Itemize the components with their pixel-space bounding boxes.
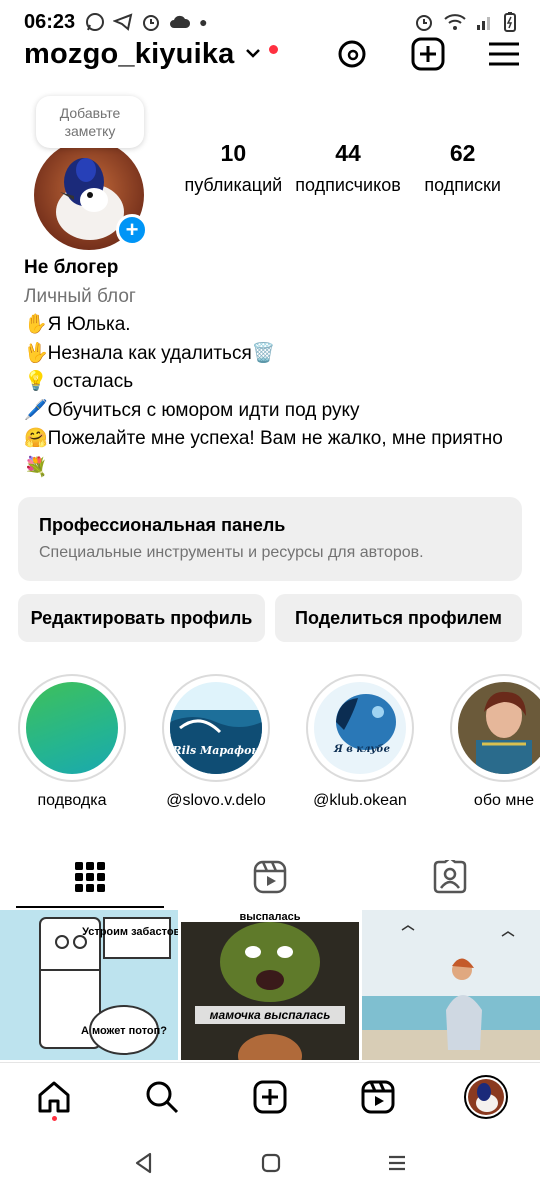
status-system-icons — [414, 12, 516, 32]
create-icon — [253, 1080, 287, 1113]
professional-dashboard[interactable]: Профессиональная панель Специальные инст… — [18, 497, 522, 581]
alarm-icon — [143, 15, 160, 31]
tab-tagged[interactable] — [360, 846, 540, 908]
highlight-ring — [18, 674, 126, 782]
nav-profile[interactable] — [462, 1073, 510, 1121]
highlight-label: @slovo.v.delo — [166, 792, 266, 809]
tagged-person-icon — [433, 860, 467, 894]
username[interactable]: mozgo_kiyuika — [24, 38, 235, 71]
nav-reels[interactable] — [354, 1073, 402, 1121]
telegram-icon — [113, 13, 133, 31]
account-notification-dot — [268, 44, 278, 54]
post-text: мамочка выспалась — [210, 1008, 331, 1022]
bottom-navigation — [0, 1062, 540, 1130]
highlight-cover-text: Я в клубе — [333, 744, 390, 755]
highlight-ring — [450, 674, 540, 782]
add-note-bubble[interactable]: Добавьте заметку — [36, 96, 144, 148]
bio-line: ✋Я Юлька. — [24, 314, 131, 335]
highlight-item[interactable]: обо мне — [450, 674, 540, 824]
menu-icon[interactable] — [486, 36, 522, 72]
nav-notification-dot — [52, 1115, 57, 1121]
stat-value: 10 — [220, 140, 247, 166]
highlight-label: @klub.okean — [313, 792, 407, 809]
nav-home[interactable] — [30, 1073, 78, 1121]
highlight-cover — [26, 682, 118, 774]
highlight-ring: Я в клубе — [306, 674, 414, 782]
reels-icon — [253, 860, 287, 894]
nav-create[interactable] — [246, 1073, 294, 1121]
profile-actions: Редактировать профиль Поделиться профиле… — [18, 594, 522, 642]
post-thumbnail[interactable]: выспалась мамочка выспалась — [181, 910, 359, 1060]
profile-avatar[interactable]: + — [34, 140, 148, 250]
chevron-down-icon[interactable] — [245, 45, 261, 63]
stat-value: 44 — [335, 140, 361, 166]
home-icon — [38, 1081, 70, 1112]
alarm-icon — [416, 15, 432, 31]
status-notification-icons: ● — [85, 12, 208, 32]
highlight-cover — [458, 682, 540, 774]
stat-posts[interactable]: 10 публикаций — [176, 140, 291, 196]
highlight-label: обо мне — [473, 792, 535, 809]
status-time: 06:23 — [24, 10, 76, 33]
share-profile-button[interactable]: Поделиться профилем — [275, 594, 522, 642]
stat-following[interactable]: 62 подписки — [405, 140, 520, 196]
signal-icon — [477, 17, 490, 30]
highlight-cover: Я в клубе — [314, 682, 406, 774]
threads-icon[interactable] — [334, 36, 370, 72]
edit-profile-button[interactable]: Редактировать профиль — [18, 594, 265, 642]
pro-panel-subtitle: Специальные инструменты и ресурсы для ав… — [39, 544, 424, 561]
story-highlights: подводка Rils Марафон @slovo.v.delo Я в … — [0, 674, 540, 824]
highlight-cover: Rils Марафон — [170, 682, 262, 774]
bio-line: 🖖Незнала как удалиться🗑️ — [24, 342, 276, 364]
profile-stats: 10 публикаций 44 подписчиков 62 подписки — [176, 140, 520, 196]
search-icon — [146, 1081, 179, 1113]
display-name: Не блогер — [24, 257, 119, 278]
wifi-icon — [444, 14, 466, 30]
highlight-ring: Rils Марафон — [162, 674, 270, 782]
create-post-icon[interactable] — [410, 36, 446, 72]
grid-icon — [75, 862, 105, 892]
pro-panel-title: Профессиональная панель — [39, 515, 286, 535]
profile-category: Личный блог — [24, 285, 136, 307]
more-notifications-dot: ● — [199, 14, 208, 30]
post-text: А может потоп? — [81, 1025, 167, 1037]
reels-icon — [361, 1080, 395, 1113]
post-text: выспалась — [239, 911, 300, 923]
system-navigation-bar — [0, 1130, 540, 1200]
stat-label: подписчиков — [295, 175, 401, 195]
tab-posts-grid[interactable] — [0, 846, 180, 908]
tab-reels[interactable] — [180, 846, 360, 908]
nav-search[interactable] — [138, 1073, 186, 1121]
bio-line: 🤗Пожелайте мне успеха! Вам не жалко, мне… — [24, 428, 503, 478]
profile-bio: Не блогер Личный блог ✋Я Юлька. 🖖Незнала… — [24, 254, 520, 482]
profile-tabs — [0, 846, 540, 908]
battery-icon — [504, 12, 516, 32]
profile-header: mozgo_kiyuika — [24, 32, 522, 76]
back-icon[interactable] — [132, 1151, 156, 1180]
home-button-icon[interactable] — [260, 1152, 282, 1179]
highlight-label: подводка — [37, 792, 107, 809]
stat-value: 62 — [449, 140, 476, 166]
stat-label: публикаций — [184, 175, 283, 195]
stat-followers[interactable]: 44 подписчиков — [291, 140, 406, 196]
bio-line: 💡 осталась — [24, 371, 134, 392]
profile-avatar-icon — [464, 1074, 508, 1119]
posts-grid: Устроим забастовку А может потоп? выспал… — [0, 910, 540, 1060]
bio-line: 🖊️Обучиться с юмором идти под руку — [24, 399, 360, 421]
add-story-button[interactable]: + — [116, 214, 148, 246]
highlight-item[interactable]: Rils Марафон @slovo.v.delo — [162, 674, 270, 824]
post-thumbnail[interactable] — [362, 910, 540, 1060]
highlight-cover-text: Rils Марафон — [172, 744, 260, 757]
post-thumbnail[interactable]: Устроим забастовку А может потоп? — [0, 910, 178, 1060]
cloud-icon — [170, 15, 191, 28]
stat-label: подписки — [424, 175, 501, 195]
whatsapp-icon — [86, 13, 105, 31]
highlight-item[interactable]: подводка — [18, 674, 126, 824]
recents-icon[interactable] — [386, 1152, 408, 1179]
highlight-item[interactable]: Я в клубе @klub.okean — [306, 674, 414, 824]
post-text: Устроим забастовку — [82, 926, 178, 938]
